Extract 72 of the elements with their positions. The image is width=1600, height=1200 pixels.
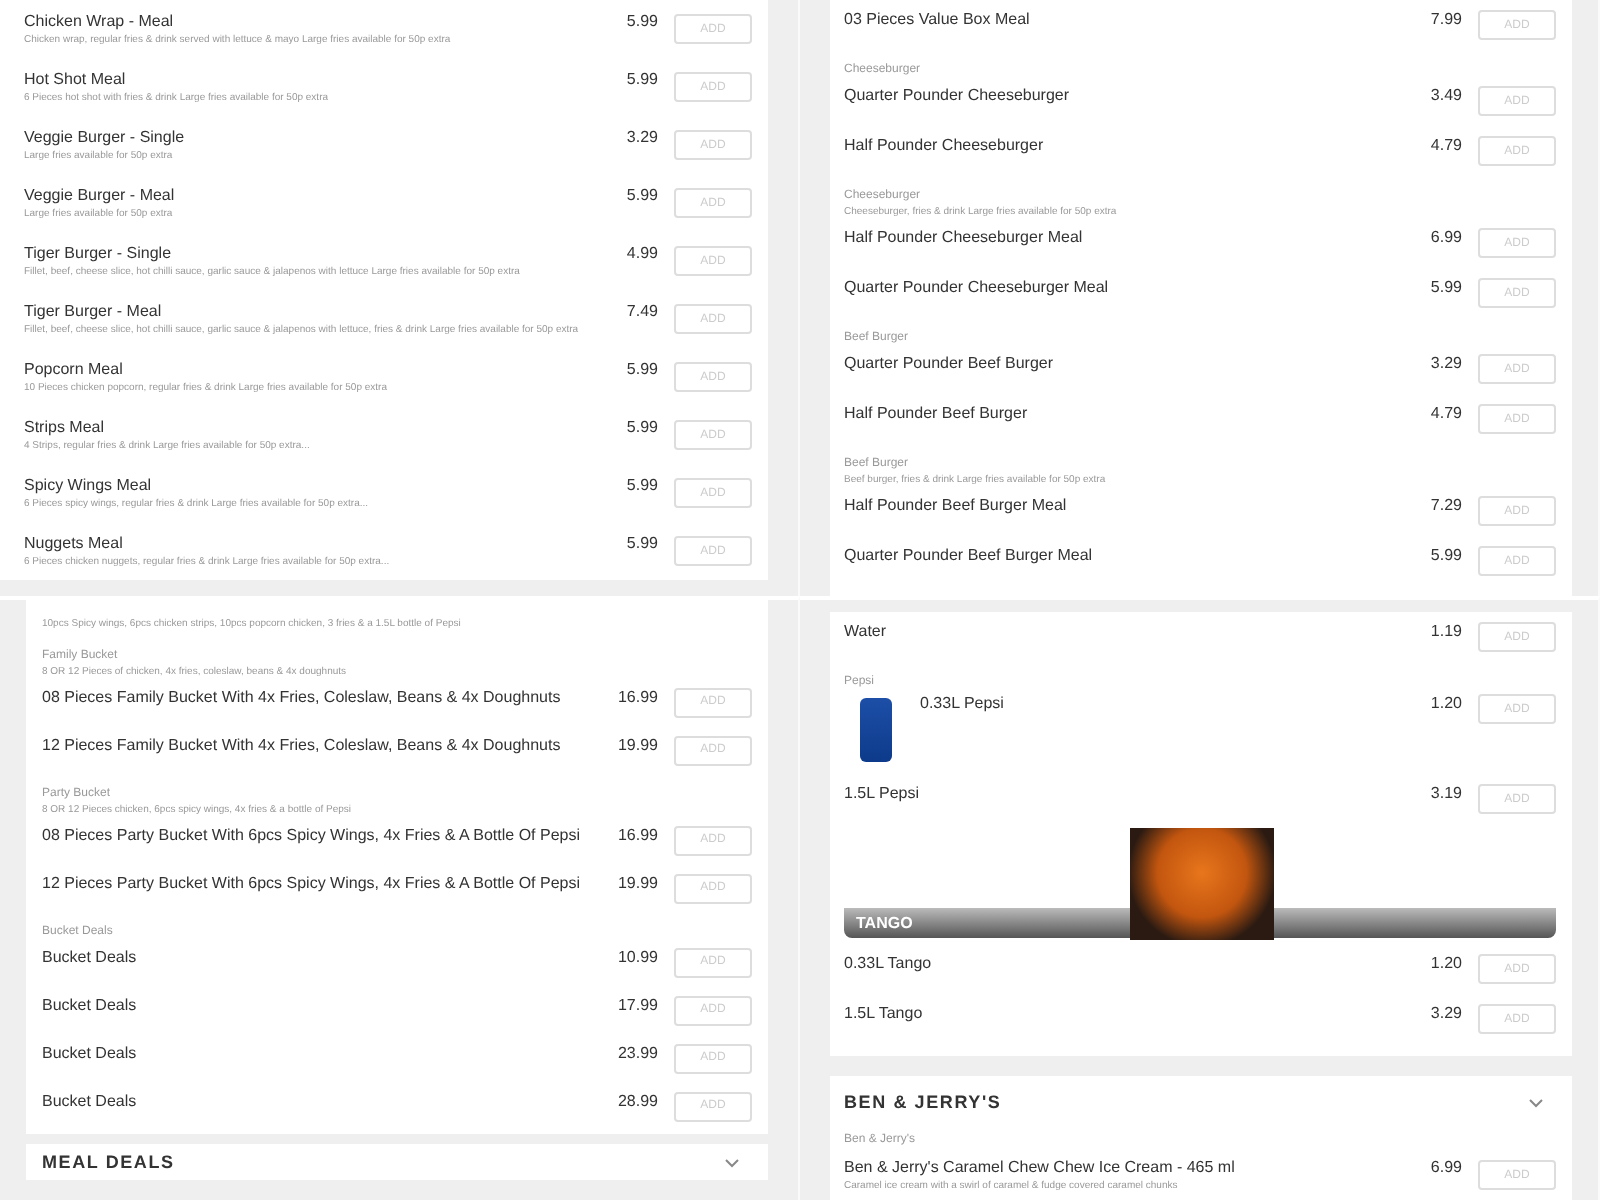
item-price: 1.20 xyxy=(1430,694,1462,712)
item-name: Hot Shot Meal xyxy=(24,70,128,88)
item-price: 7.49 xyxy=(626,302,658,320)
item-price: 19.99 xyxy=(617,873,658,891)
item-price: 5.99 xyxy=(626,186,658,204)
item-price: 7.29 xyxy=(1430,496,1462,514)
chevron-down-icon[interactable] xyxy=(1528,1097,1544,1107)
item-price: 3.19 xyxy=(1430,784,1462,802)
item-price: 5.99 xyxy=(1430,278,1462,296)
item-name: 03 Pieces Value Box Meal xyxy=(844,10,1032,28)
item-price: 10.99 xyxy=(617,947,658,965)
item-price: 19.99 xyxy=(617,735,658,753)
item-price: 23.99 xyxy=(617,1043,658,1061)
section-title: MEAL DEALS xyxy=(42,1152,175,1172)
banner-label: TANGO xyxy=(856,914,913,932)
item-name: Tiger Burger - Meal xyxy=(24,302,164,320)
item-name: Strips Meal xyxy=(24,418,107,436)
item-price: 5.99 xyxy=(626,418,658,436)
item-name: 1.5L Pepsi xyxy=(844,784,922,802)
item-name: Bucket Deals xyxy=(42,1091,139,1109)
chevron-down-icon[interactable] xyxy=(724,1157,740,1167)
item-name: Water xyxy=(844,622,889,640)
item-price: 3.49 xyxy=(1430,86,1462,104)
item-name: 12 Pieces Party Bucket With 6pcs Spicy Wings, 4x Fries & A Bottle Of Pepsi xyxy=(42,873,582,891)
item-name: Popcorn Meal xyxy=(24,360,125,378)
item-name: 0.33L Pepsi xyxy=(920,694,1006,712)
item-name: Spicy Wings Meal xyxy=(24,476,154,494)
item-price: 3.29 xyxy=(1430,354,1462,372)
item-name: Ben & Jerry's Caramel Chew Chew Ice Cream - 465 ml xyxy=(844,1158,1237,1176)
item-price: 7.99 xyxy=(1430,10,1462,28)
item-price: 5.99 xyxy=(626,534,658,552)
item-price: 17.99 xyxy=(617,995,658,1013)
item-price: 5.99 xyxy=(626,476,658,494)
item-price: 5.99 xyxy=(626,12,658,30)
item-name: 12 Pieces Family Bucket With 4x Fries, Coleslaw, Beans & 4x Doughnuts xyxy=(42,735,563,753)
item-price: 3.29 xyxy=(1430,1004,1462,1022)
item-name: Bucket Deals xyxy=(42,1043,139,1061)
item-name: 0.33L Tango xyxy=(844,954,934,972)
item-name: Nuggets Meal xyxy=(24,534,125,552)
item-name: 1.5L Tango xyxy=(844,1004,925,1022)
item-price: 5.99 xyxy=(626,360,658,378)
item-price: 6.99 xyxy=(1430,228,1462,246)
item-name: Half Pounder Beef Burger Meal xyxy=(844,496,1069,514)
item-name: Quarter Pounder Cheeseburger xyxy=(844,86,1072,104)
item-name: Chicken Wrap - Meal xyxy=(24,12,176,30)
item-name: Veggie Burger - Single xyxy=(24,128,187,146)
item-price: 1.20 xyxy=(1430,954,1462,972)
item-name: Half Pounder Cheeseburger Meal xyxy=(844,228,1085,246)
section-title: BEN & JERRY'S xyxy=(844,1092,1002,1112)
item-price: 5.99 xyxy=(1430,546,1462,564)
item-price: 16.99 xyxy=(617,825,658,843)
item-price: 4.79 xyxy=(1430,404,1462,422)
item-price: 5.99 xyxy=(626,70,658,88)
item-name: Bucket Deals xyxy=(42,995,139,1013)
item-price: 16.99 xyxy=(617,687,658,705)
item-name: Quarter Pounder Beef Burger xyxy=(844,354,1056,372)
item-price: 6.99 xyxy=(1430,1158,1462,1176)
item-price: 28.99 xyxy=(617,1091,658,1109)
drink-photo xyxy=(1130,828,1274,940)
item-price: 1.19 xyxy=(1430,622,1462,640)
item-name: Quarter Pounder Beef Burger Meal xyxy=(844,546,1095,564)
item-name: Half Pounder Cheeseburger xyxy=(844,136,1046,154)
item-name: Veggie Burger - Meal xyxy=(24,186,177,204)
item-price: 4.99 xyxy=(626,244,658,262)
item-name: 08 Pieces Party Bucket With 6pcs Spicy Wings, 4x Fries & A Bottle Of Pepsi xyxy=(42,825,582,843)
item-price: 3.29 xyxy=(626,128,658,146)
item-name: 08 Pieces Family Bucket With 4x Fries, Coleslaw, Beans & 4x Doughnuts xyxy=(42,687,563,705)
item-price: 4.79 xyxy=(1430,136,1462,154)
item-name: Tiger Burger - Single xyxy=(24,244,174,262)
item-name: Bucket Deals xyxy=(42,947,139,965)
item-name: Half Pounder Beef Burger xyxy=(844,404,1030,422)
item-name: Quarter Pounder Cheeseburger Meal xyxy=(844,278,1111,296)
